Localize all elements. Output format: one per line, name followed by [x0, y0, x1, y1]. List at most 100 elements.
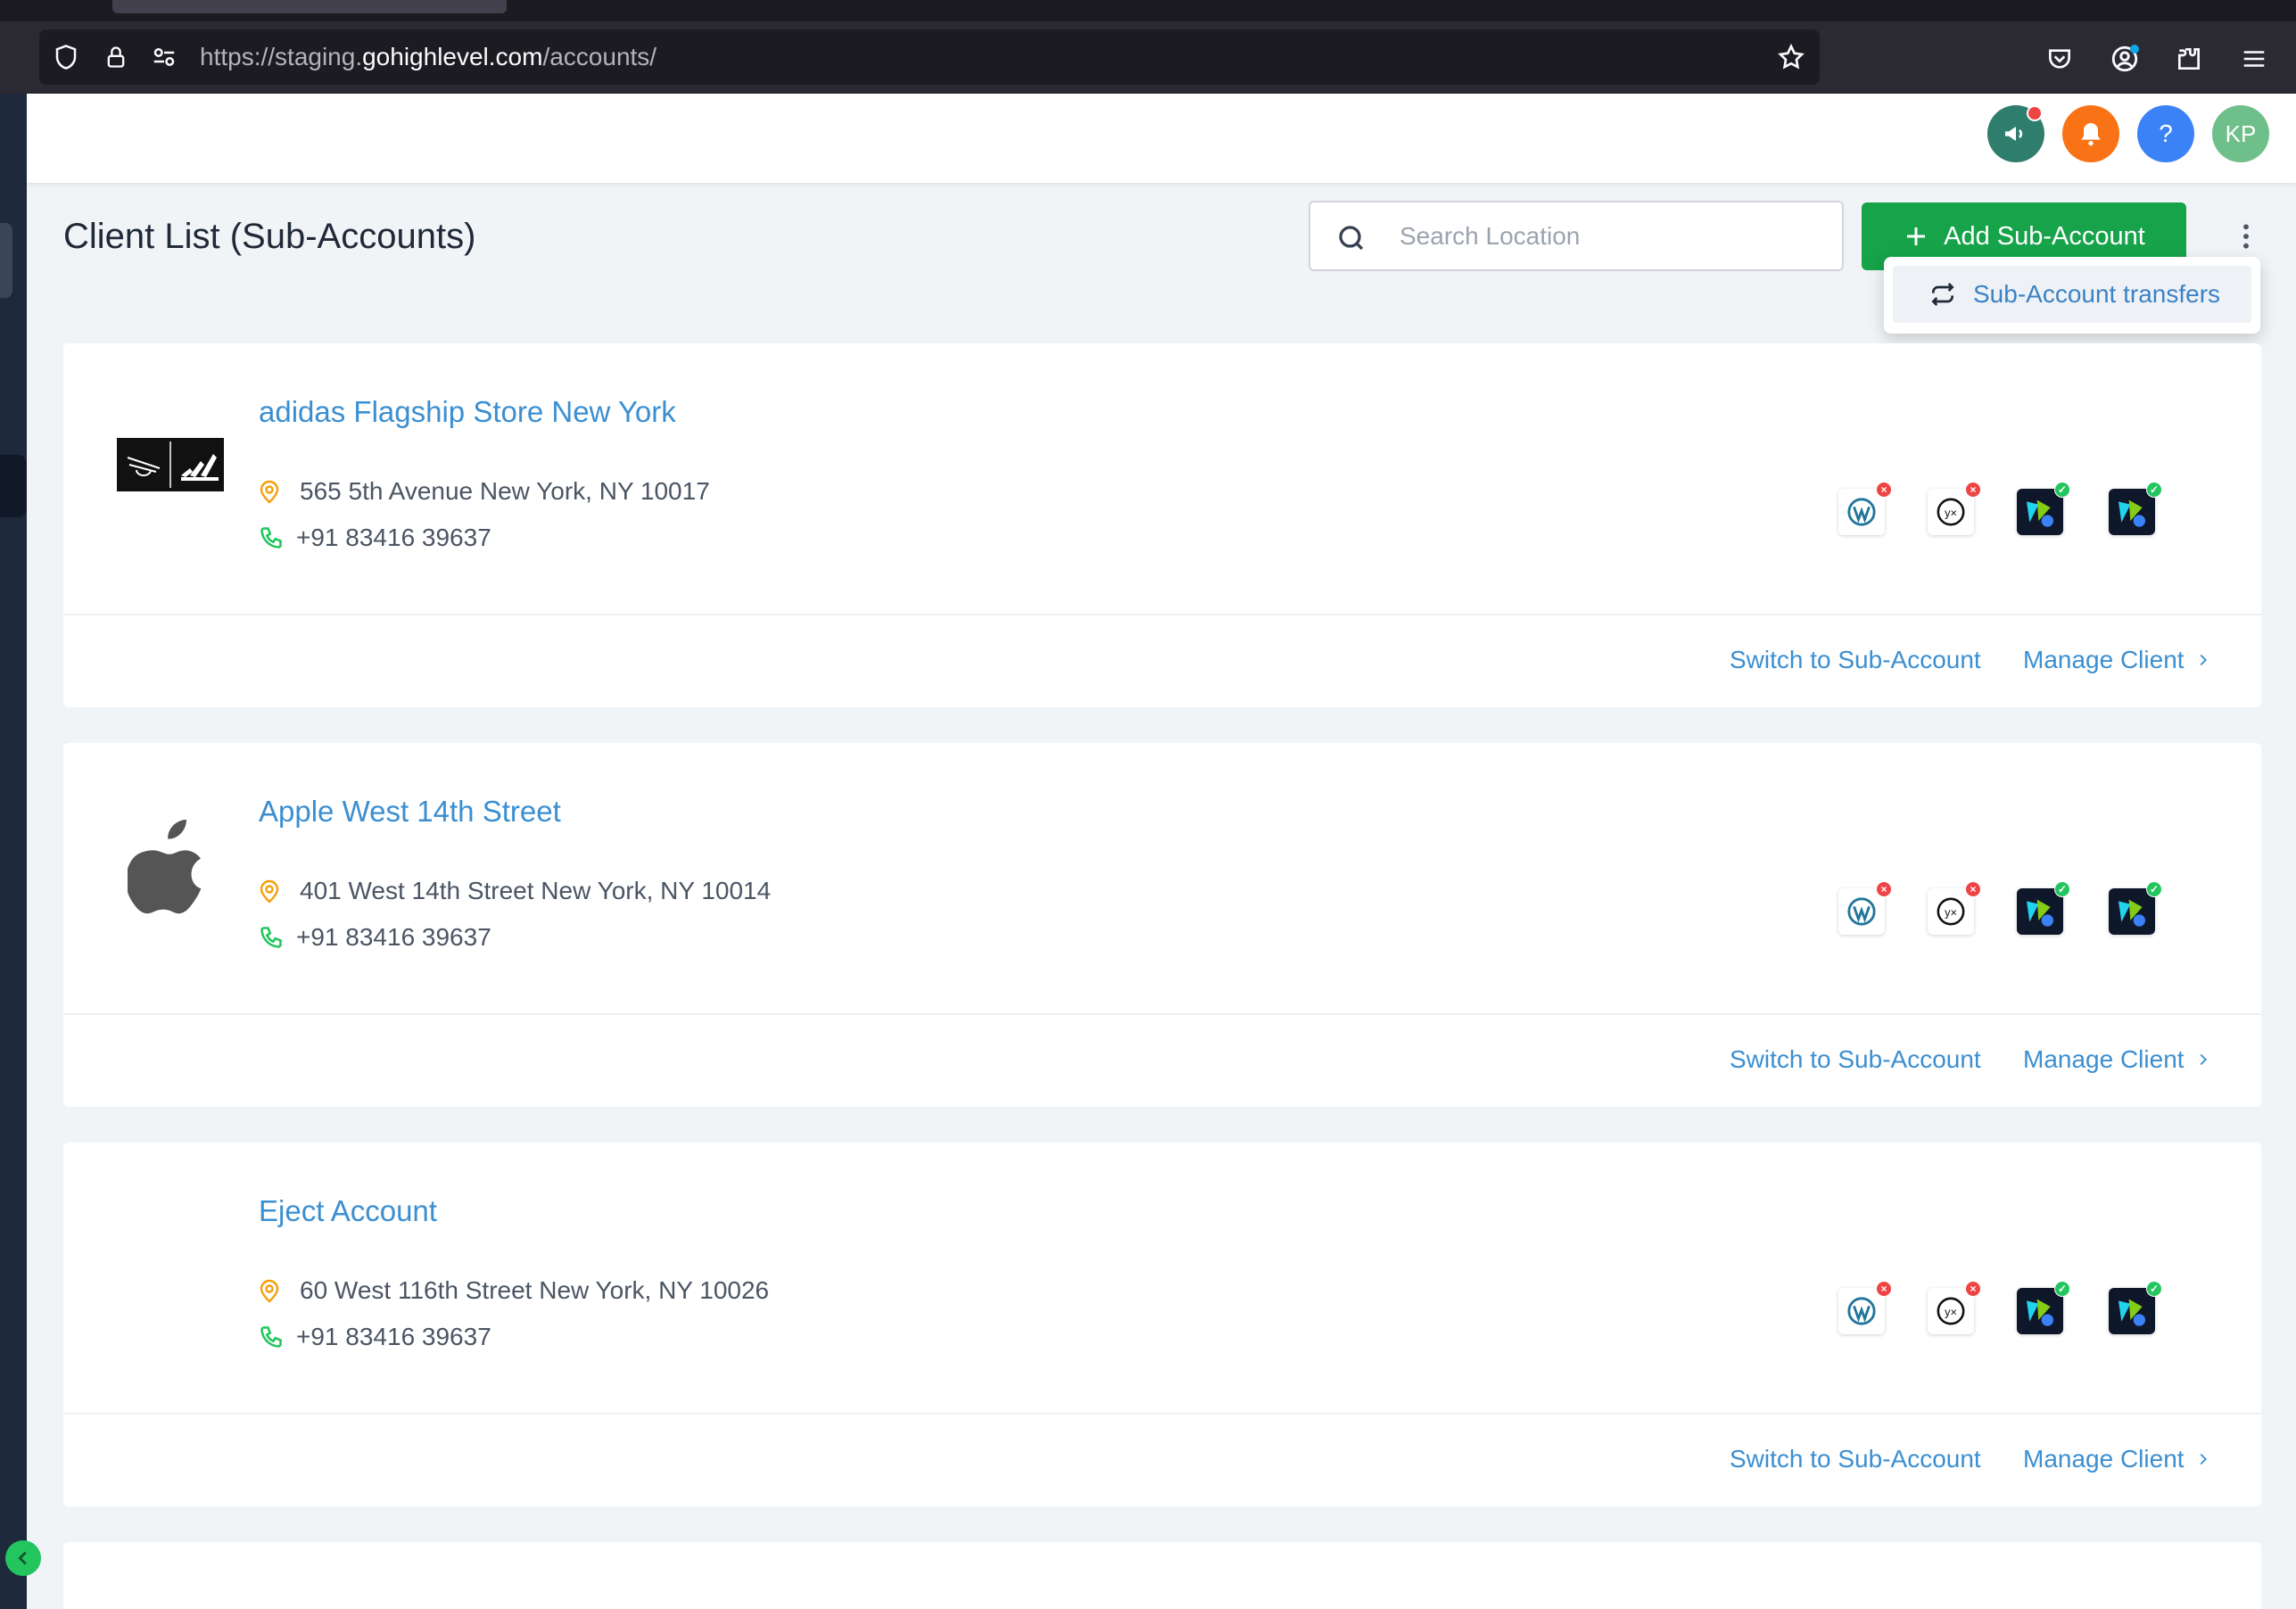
- manage-client-label: Manage Client: [2023, 1045, 2185, 1073]
- browser-active-tab[interactable]: [112, 0, 507, 13]
- permissions-icon[interactable]: [150, 43, 178, 71]
- account-icon[interactable]: [2109, 43, 2141, 75]
- menu-icon[interactable]: [2238, 43, 2270, 75]
- account-phone: +91 83416 39637: [259, 923, 491, 952]
- wordpress-integration[interactable]: ×: [1838, 1281, 1892, 1334]
- sidebar-item-active[interactable]: [0, 455, 27, 517]
- avatar[interactable]: KP: [2212, 105, 2269, 162]
- add-sub-account-label: Add Sub-Account: [1944, 221, 2145, 251]
- phone-app-icon: [2118, 899, 2145, 927]
- lock-icon[interactable]: [102, 43, 130, 71]
- account-name[interactable]: Apple West 14th Street: [259, 795, 561, 829]
- address-text: 60 West 116th Street New York, NY 10026: [300, 1276, 770, 1304]
- switch-to-sub-account-link[interactable]: Switch to Sub-Account: [1730, 1445, 1981, 1473]
- account-card: adidas Flagship Store New York 565 5th A…: [63, 343, 2261, 707]
- account-name[interactable]: Eject Account: [259, 1194, 437, 1228]
- search-location-box[interactable]: [1309, 201, 1844, 271]
- phone-app-icon: [2118, 1299, 2145, 1326]
- phone-integration[interactable]: ✓: [2109, 881, 2162, 935]
- phone-integration[interactable]: ✓: [2109, 1281, 2162, 1334]
- email-integration[interactable]: ✓: [2017, 482, 2070, 535]
- sub-account-transfers-item[interactable]: Sub-Account transfers: [1893, 266, 2251, 323]
- phone-icon: [260, 927, 282, 948]
- yext-integration[interactable]: y× ×: [1928, 482, 1981, 535]
- yext-icon: y×: [1937, 498, 1965, 526]
- address-text: 565 5th Avenue New York, NY 10017: [300, 477, 710, 505]
- chevron-right-icon: [2200, 1053, 2207, 1066]
- yext-integration[interactable]: y× ×: [1928, 1281, 1981, 1334]
- pocket-icon[interactable]: [2044, 43, 2076, 75]
- email-integration[interactable]: ✓: [2017, 1281, 2070, 1334]
- account-phone: +91 83416 39637: [259, 524, 491, 552]
- phone-text: +91 83416 39637: [296, 524, 491, 551]
- account-address: 401 West 14th Street New York, NY 10014: [259, 877, 771, 905]
- apple-logo: [117, 811, 224, 918]
- chevron-right-icon: [2200, 1453, 2207, 1465]
- megaphone-icon: [2005, 127, 2023, 141]
- manage-client-link[interactable]: Manage Client: [2023, 646, 2211, 674]
- account-phone: +91 83416 39637: [259, 1323, 491, 1351]
- help-icon: ?: [2159, 120, 2173, 147]
- svg-text:y×: y×: [1945, 906, 1957, 920]
- sidebar-item[interactable]: [0, 223, 12, 298]
- switch-to-sub-account-link[interactable]: Switch to Sub-Account: [1730, 646, 1981, 674]
- announcements-button[interactable]: [1987, 105, 2044, 162]
- location-pin-icon: [260, 879, 279, 904]
- account-dot: [2130, 45, 2139, 54]
- yext-integration[interactable]: y× ×: [1928, 881, 1981, 935]
- phone-text: +91 83416 39637: [296, 1323, 491, 1350]
- status-error-icon: ×: [1876, 482, 1892, 498]
- url-prefix: https://staging.: [200, 43, 363, 70]
- browser-toolbar: https://staging.gohighlevel.com/accounts…: [0, 21, 2296, 94]
- chevron-left-icon: [18, 1551, 27, 1565]
- bell-icon: [2081, 123, 2101, 146]
- account-card: Apple West 14th Street 401 West 14th Str…: [63, 743, 2261, 1107]
- phone-integration[interactable]: ✓: [2109, 482, 2162, 535]
- card-divider: [63, 614, 2261, 615]
- account-name[interactable]: adidas Flagship Store New York: [259, 395, 676, 429]
- sub-account-transfers-label: Sub-Account transfers: [1973, 280, 2221, 308]
- phone-app-icon: [2118, 499, 2145, 527]
- page-title: Client List (Sub-Accounts): [63, 217, 476, 256]
- switch-to-sub-account-link[interactable]: Switch to Sub-Account: [1730, 1045, 1981, 1074]
- wordpress-icon: [1847, 498, 1876, 526]
- sidebar-expand-button[interactable]: [5, 1540, 41, 1576]
- shield-icon[interactable]: [52, 43, 80, 71]
- address-bar[interactable]: https://staging.gohighlevel.com/accounts…: [39, 29, 1820, 85]
- sidebar-rail: [0, 94, 27, 1609]
- search-icon: [1339, 226, 1364, 251]
- location-pin-icon: [260, 1279, 279, 1303]
- more-options-button[interactable]: [2230, 214, 2262, 259]
- account-address: 60 West 116th Street New York, NY 10026: [259, 1276, 769, 1305]
- manage-client-label: Manage Client: [2023, 1445, 2185, 1473]
- app-header: ? KP: [27, 94, 2296, 183]
- wordpress-integration[interactable]: ×: [1838, 482, 1892, 535]
- adidas-logo-icon: [117, 438, 224, 491]
- vertical-dots-icon: [2243, 224, 2249, 249]
- card-divider: [63, 1013, 2261, 1015]
- avatar-initials: KP: [2225, 120, 2257, 147]
- status-error-icon: ×: [1876, 881, 1892, 897]
- account-card: Eject Account 60 West 116th Street New Y…: [63, 1143, 2261, 1506]
- manage-client-link[interactable]: Manage Client: [2023, 1445, 2211, 1473]
- account-address: 565 5th Avenue New York, NY 10017: [259, 477, 710, 506]
- status-ok-icon: ✓: [2146, 482, 2162, 498]
- extensions-icon[interactable]: [2173, 43, 2205, 75]
- svg-text:y×: y×: [1945, 507, 1957, 520]
- wordpress-integration[interactable]: ×: [1838, 881, 1892, 935]
- bookmark-star-icon[interactable]: [1777, 43, 1805, 71]
- email-integration[interactable]: ✓: [2017, 881, 2070, 935]
- phone-icon: [260, 527, 282, 549]
- status-ok-icon: ✓: [2054, 881, 2070, 897]
- manage-client-link[interactable]: Manage Client: [2023, 1045, 2211, 1074]
- card-divider: [63, 1413, 2261, 1415]
- phone-icon: [260, 1326, 282, 1348]
- email-app-icon: [2027, 899, 2053, 927]
- plus-icon: [1907, 227, 1926, 245]
- notification-dot: [2027, 105, 2043, 121]
- status-ok-icon: ✓: [2054, 1281, 2070, 1297]
- notifications-button[interactable]: [2062, 105, 2119, 162]
- help-button[interactable]: ?: [2137, 105, 2194, 162]
- phone-text: +91 83416 39637: [296, 923, 491, 951]
- search-input[interactable]: [1400, 215, 1828, 258]
